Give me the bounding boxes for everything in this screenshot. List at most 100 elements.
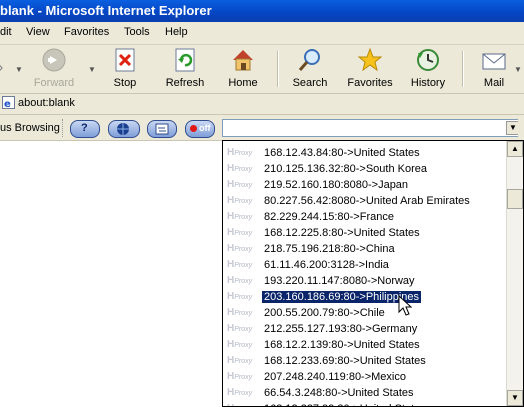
proxy-item-label: 168.12.43.84:80->United States bbox=[264, 147, 420, 159]
standard-toolbar: › ▼ Forward ▼ Stop Refresh Home Search bbox=[0, 45, 524, 94]
address-bar: e about:blank bbox=[0, 94, 524, 115]
vertical-scrollbar[interactable]: ▲ ▼ bbox=[506, 141, 523, 406]
menu-help[interactable]: Help bbox=[165, 26, 188, 38]
address-input[interactable]: about:blank bbox=[18, 97, 75, 109]
refresh-icon bbox=[172, 47, 198, 73]
proxy-list-item[interactable]: HProxy 66.54.3.248:80->United States bbox=[227, 385, 507, 401]
scroll-up-button[interactable]: ▲ bbox=[507, 141, 523, 157]
stop-icon bbox=[112, 47, 138, 73]
ie-page-icon: e bbox=[2, 96, 15, 110]
proxy-tag-icon: HProxy bbox=[227, 355, 253, 366]
proxy-list-item[interactable]: HProxy 212.255.127.193:80->Germany bbox=[227, 321, 507, 337]
proxy-dropdown-list[interactable]: HProxy 168.12.43.84:80->United States HPro… bbox=[222, 140, 524, 407]
proxy-tag-icon: HProxy bbox=[227, 323, 253, 334]
forward-dropdown-icon[interactable]: ▼ bbox=[88, 65, 96, 74]
chevron-down-icon: ▼ bbox=[511, 393, 519, 402]
proxy-item-label: 210.125.136.32:80->South Korea bbox=[264, 163, 427, 175]
stop-label: Stop bbox=[113, 77, 137, 89]
proxy-item-label: 168.12.2.139:80->United States bbox=[264, 339, 420, 351]
proxy-off-button[interactable]: off bbox=[185, 120, 215, 138]
home-label: Home bbox=[228, 77, 258, 89]
proxy-item-label: 200.55.200.79:80->Chile bbox=[264, 307, 385, 319]
proxy-list-item[interactable]: HProxy 207.248.240.119:80->Mexico bbox=[227, 369, 507, 385]
proxy-list-item[interactable]: HProxy 168.12.2.139:80->United States bbox=[227, 337, 507, 353]
menu-tools[interactable]: Tools bbox=[124, 26, 150, 38]
forward-arrow-icon bbox=[41, 47, 67, 73]
help-button[interactable]: ? bbox=[70, 120, 100, 138]
proxy-item-label: 218.75.196.218:80->China bbox=[264, 243, 395, 255]
menu-edit[interactable]: dit bbox=[0, 26, 12, 38]
forward-label: Forward bbox=[33, 77, 75, 89]
help-icon: ? bbox=[81, 122, 88, 134]
proxy-list-item[interactable]: HProxy 203.160.186.69:80->Philippines bbox=[227, 289, 507, 305]
chevron-up-icon: ▲ bbox=[511, 144, 519, 153]
proxy-tag-icon: HProxy bbox=[227, 291, 253, 302]
back-button-edge[interactable]: › bbox=[0, 59, 8, 79]
scroll-down-button[interactable]: ▼ bbox=[507, 390, 523, 406]
mail-dropdown-icon[interactable]: ▼ bbox=[514, 65, 522, 74]
mail-label: Mail bbox=[483, 77, 505, 89]
home-icon bbox=[230, 47, 256, 73]
off-label: off bbox=[199, 123, 211, 133]
proxy-list-item[interactable]: HProxy168.12.227.99:80->United States bbox=[227, 401, 507, 406]
proxy-tag-icon: HProxy bbox=[227, 387, 253, 398]
proxy-tag-icon: HProxy bbox=[227, 402, 261, 406]
proxy-tag-icon: HProxy bbox=[227, 275, 253, 286]
favorites-label: Favorites bbox=[347, 77, 393, 89]
search-label: Search bbox=[292, 77, 328, 89]
toolbar-separator bbox=[277, 51, 279, 87]
title-bar: blank - Microsoft Internet Explorer bbox=[0, 0, 524, 22]
history-icon bbox=[415, 47, 441, 73]
proxy-list-item[interactable]: HProxy 61.11.46.200:3128->India bbox=[227, 257, 507, 273]
proxy-tag-icon: HProxy bbox=[227, 147, 253, 158]
proxy-list-item[interactable]: HProxy 218.75.196.218:80->China bbox=[227, 241, 507, 257]
forward-button[interactable]: Forward bbox=[30, 47, 78, 91]
proxy-list-item[interactable]: HProxy 193.220.11.147:8080->Norway bbox=[227, 273, 507, 289]
proxy-item-label: 168.12.225.8:80->United States bbox=[264, 227, 420, 239]
proxy-list-item[interactable]: HProxy 219.52.160.180:8080->Japan bbox=[227, 177, 507, 193]
proxy-item-label: 82.229.244.15:80->France bbox=[264, 211, 394, 223]
proxy-tag-icon: HProxy bbox=[227, 211, 253, 222]
menu-bar: dit View Favorites Tools Help bbox=[0, 22, 524, 45]
favorites-button[interactable]: Favorites bbox=[344, 47, 396, 91]
globe-button[interactable] bbox=[108, 120, 140, 138]
stop-button[interactable]: Stop bbox=[103, 47, 147, 91]
proxy-tag-icon: HProxy bbox=[227, 227, 253, 238]
proxy-item-label: 193.220.11.147:8080->Norway bbox=[264, 275, 415, 287]
chevron-down-icon: ▼ bbox=[509, 123, 517, 132]
proxy-list-item[interactable]: HProxy 80.227.56.42:8080->United Arab Emi… bbox=[227, 193, 507, 209]
search-button[interactable]: Search bbox=[288, 47, 332, 91]
proxy-tag-icon: HProxy bbox=[227, 259, 253, 270]
proxy-tag-icon: HProxy bbox=[227, 371, 253, 382]
search-icon bbox=[297, 47, 323, 73]
scroll-thumb[interactable] bbox=[507, 189, 523, 209]
proxy-item-label: 61.11.46.200:3128->India bbox=[264, 259, 389, 271]
proxy-list-item[interactable]: HProxy 200.55.200.79:80->Chile bbox=[227, 305, 507, 321]
proxy-item-label: 168.12.227.99:80->United States bbox=[262, 403, 428, 406]
proxy-switch-button[interactable] bbox=[147, 120, 177, 138]
menu-view[interactable]: View bbox=[26, 26, 50, 38]
proxy-list-item[interactable]: HProxy 168.12.233.69:80->United States bbox=[227, 353, 507, 369]
home-button[interactable]: Home bbox=[222, 47, 264, 91]
back-dropdown-icon[interactable]: ▼ bbox=[15, 65, 23, 74]
proxy-list-item[interactable]: HProxy 168.12.43.84:80->United States bbox=[227, 145, 507, 161]
menu-favorites[interactable]: Favorites bbox=[64, 26, 109, 38]
proxy-item-label: 80.227.56.42:8080->United Arab Emirates bbox=[264, 195, 470, 207]
proxy-list-item[interactable]: HProxy 168.12.225.8:80->United States bbox=[227, 225, 507, 241]
toolbar-separator bbox=[462, 51, 464, 87]
proxy-list-item[interactable]: HProxy 82.229.244.15:80->France bbox=[227, 209, 507, 225]
proxy-tag-icon: HProxy bbox=[227, 339, 253, 350]
proxy-list-item[interactable]: HProxy 210.125.136.32:80->South Korea bbox=[227, 161, 507, 177]
proxy-select[interactable]: ▼ bbox=[222, 119, 522, 137]
globe-icon bbox=[117, 123, 129, 135]
refresh-button[interactable]: Refresh bbox=[160, 47, 210, 91]
history-label: History bbox=[410, 77, 446, 89]
proxy-tag-icon: HProxy bbox=[227, 195, 253, 206]
history-button[interactable]: History bbox=[406, 47, 450, 91]
proxy-tag-icon: HProxy bbox=[227, 163, 253, 174]
proxy-item-label: 207.248.240.119:80->Mexico bbox=[264, 371, 406, 383]
svg-text:e: e bbox=[4, 99, 11, 109]
proxy-item-label: 66.54.3.248:80->United States bbox=[264, 387, 414, 399]
toolbar-grip bbox=[62, 119, 66, 137]
mail-button[interactable]: Mail bbox=[474, 47, 514, 91]
